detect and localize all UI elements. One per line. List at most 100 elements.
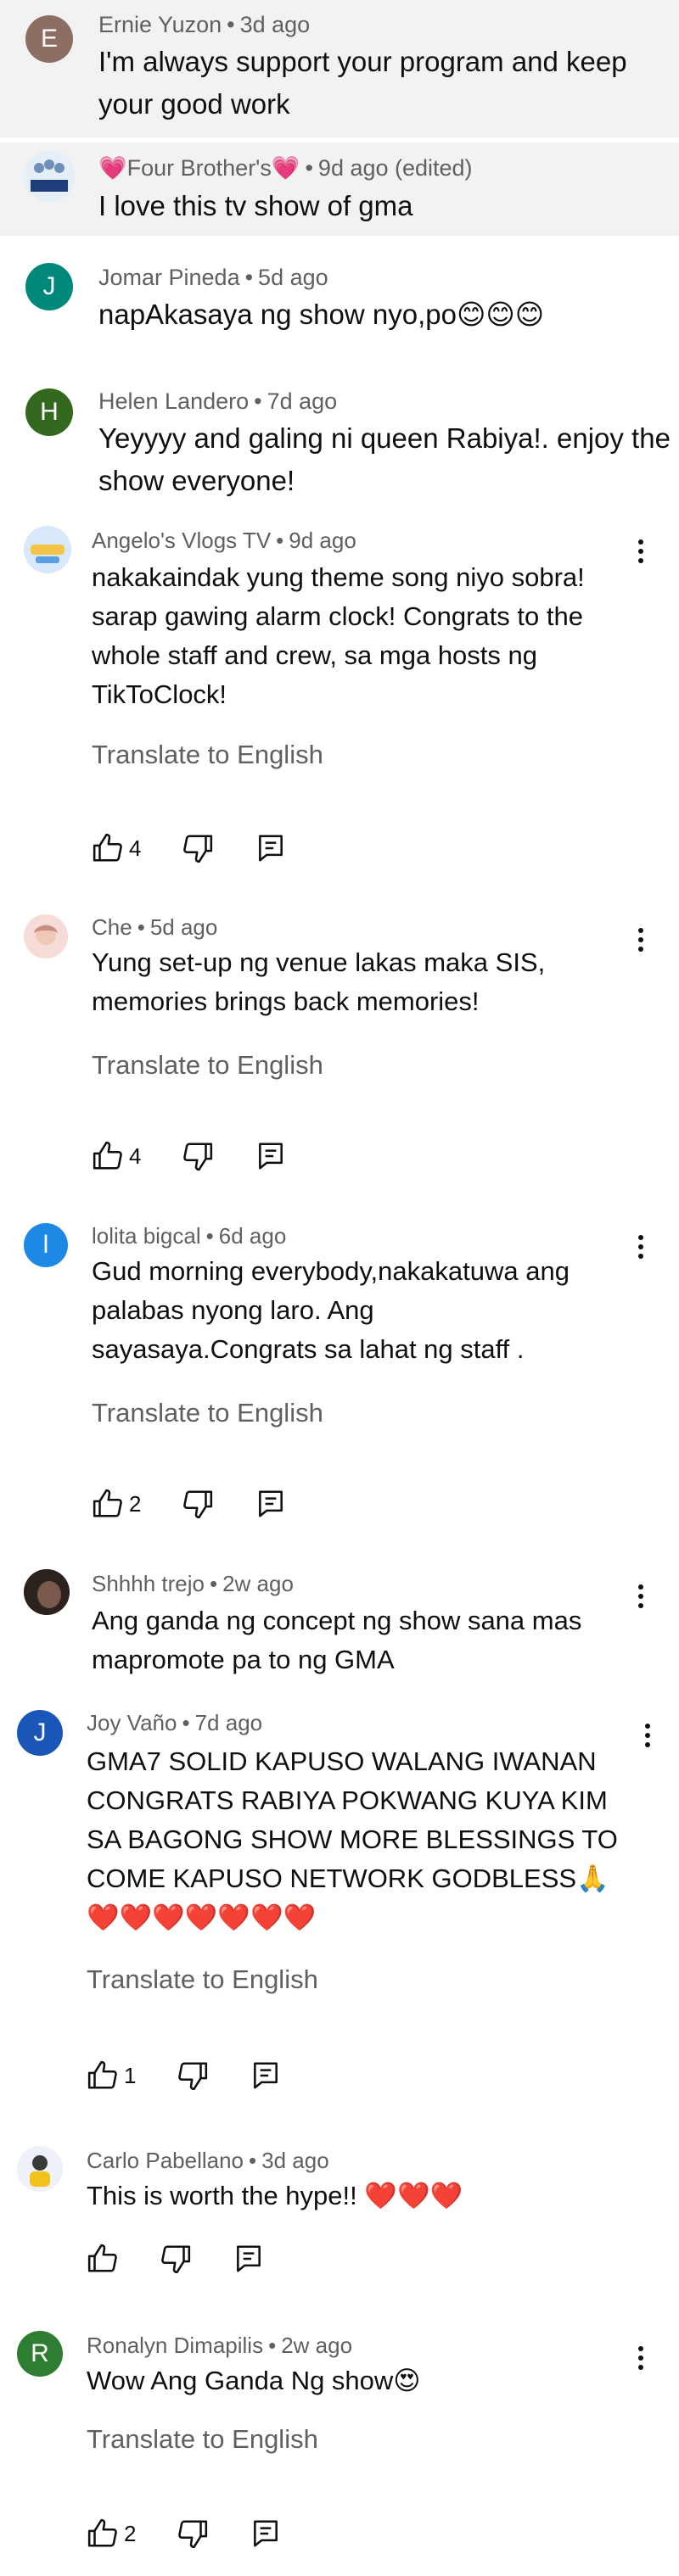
carlo-avatar-image — [17, 2146, 63, 2192]
comment-actions — [87, 2238, 306, 2280]
avatar[interactable] — [17, 2146, 63, 2192]
timestamp: 2w ago — [281, 2333, 353, 2358]
comment-meta: Ronalyn Dimapilis • 2w ago — [87, 2333, 353, 2358]
timestamp: 9d ago (edited) — [317, 155, 473, 181]
dislike-button[interactable] — [182, 1140, 214, 1172]
comment-text: Wow Ang Ganda Ng show😍 — [87, 2366, 421, 2395]
comment-meta: Ernie Yuzon • 3d ago — [98, 12, 311, 37]
avatar[interactable] — [24, 526, 71, 573]
reply-button[interactable] — [255, 1140, 287, 1172]
avatar[interactable]: J — [17, 1710, 63, 1756]
angelos-vlogs-logo — [24, 526, 71, 573]
translate-link[interactable]: Translate to English — [87, 2424, 318, 2455]
timestamp: 9d ago — [289, 528, 356, 553]
reply-button[interactable] — [233, 2243, 265, 2275]
comment-11: R Ronalyn Dimapilis • 2w ago Wow Ang Ganda… — [0, 2324, 679, 2576]
more-vert-icon[interactable] — [638, 2346, 647, 2374]
avatar[interactable]: J — [25, 263, 73, 310]
comment-actions: 2 — [92, 1483, 328, 1525]
comment-text: This is worth the hype!! ❤️❤️❤️ — [87, 2181, 463, 2210]
author-name[interactable]: Jomar Pineda — [98, 265, 240, 290]
thumbs-up-icon — [93, 1141, 122, 1170]
comment-2: 💗Four Brother's💗 • 9d ago (edited) I love … — [0, 142, 679, 236]
comment-actions: 4 — [92, 1135, 328, 1177]
comment-actions: 2 — [87, 2512, 323, 2555]
author-name[interactable]: Joy Vaño — [87, 1710, 177, 1735]
reply-icon — [259, 1143, 283, 1170]
avatar[interactable] — [24, 1569, 70, 1615]
author-name[interactable]: Ronalyn Dimapilis — [87, 2333, 263, 2358]
timestamp: 6d ago — [218, 1223, 287, 1249]
comment-text: Yung set-up ng venue lakas maka SIS, mem… — [92, 947, 546, 1016]
reply-button[interactable] — [255, 832, 287, 864]
timestamp: 7d ago — [267, 388, 338, 414]
timestamp: 3d ago — [239, 12, 311, 37]
thumbs-down-icon — [178, 2520, 208, 2549]
comment-actions: 4 — [92, 827, 328, 869]
four-brothers-logo — [24, 151, 75, 202]
like-button[interactable] — [87, 2243, 119, 2275]
more-vert-icon[interactable] — [638, 1584, 647, 1612]
translate-link[interactable]: Translate to English — [92, 1398, 323, 1428]
reply-button[interactable] — [250, 2517, 282, 2550]
like-count: 2 — [124, 2520, 137, 2546]
author-name[interactable]: Angelo's Vlogs TV — [92, 528, 271, 553]
avatar[interactable]: R — [17, 2331, 63, 2377]
thumbs-up-icon — [87, 2244, 117, 2272]
comment-text: napAkasaya ng show nyo,po😊😊😊 — [98, 299, 545, 330]
thumbs-up-icon — [87, 2518, 117, 2547]
reply-button[interactable] — [250, 2059, 282, 2092]
author-name[interactable]: Ernie Yuzon — [98, 12, 222, 37]
more-vert-icon[interactable] — [638, 1235, 647, 1263]
comment-text: Ang ganda ng concept ng show sana mas ma… — [92, 1606, 582, 1674]
thumbs-up-icon — [87, 2060, 117, 2089]
avatar[interactable]: H — [25, 388, 73, 436]
translate-link[interactable]: Translate to English — [87, 1964, 318, 1995]
like-button[interactable]: 2 — [87, 2517, 136, 2550]
author-name[interactable]: Four Brother's — [127, 155, 272, 181]
more-vert-icon[interactable] — [645, 1724, 654, 1752]
comment-actions: 1 — [87, 2054, 323, 2097]
dislike-button[interactable] — [182, 1488, 214, 1520]
comment-9: J Joy Vaño • 7d ago GMA7 SOLID KAPUSO WALA… — [0, 1700, 679, 2124]
avatar[interactable] — [24, 914, 68, 958]
translate-link[interactable]: Translate to English — [92, 1050, 323, 1081]
more-vert-icon[interactable] — [638, 539, 647, 567]
dislike-button[interactable] — [177, 2517, 209, 2550]
comment-meta: 💗Four Brother's💗 • 9d ago (edited) — [98, 155, 473, 182]
author-name[interactable]: Che — [92, 914, 132, 940]
like-button[interactable]: 2 — [92, 1488, 141, 1520]
dislike-button[interactable] — [182, 832, 214, 864]
dislike-button[interactable] — [160, 2243, 192, 2275]
reply-icon — [259, 835, 283, 862]
reply-icon — [254, 2062, 278, 2089]
comment-6: Che • 5d ago Yung set-up ng venue lakas ma… — [0, 908, 679, 1179]
avatar[interactable]: E — [25, 15, 73, 63]
shhhh-trejo-avatar-image — [24, 1569, 70, 1615]
comment-text: I love this tv show of gma — [98, 190, 413, 221]
author-name[interactable]: Carlo Pabellano — [87, 2148, 244, 2173]
more-vert-icon[interactable] — [638, 928, 647, 956]
translate-link[interactable]: Translate to English — [92, 740, 323, 770]
comment-meta: Joy Vaño • 7d ago — [87, 1710, 263, 1735]
like-count: 4 — [129, 835, 142, 861]
author-name[interactable]: Helen Landero — [98, 388, 249, 414]
like-button[interactable]: 4 — [92, 1140, 141, 1172]
avatar[interactable] — [24, 151, 75, 202]
comment-meta: Jomar Pineda • 5d ago — [98, 265, 328, 290]
thumbs-down-icon — [161, 2245, 191, 2274]
reply-icon — [259, 1490, 283, 1517]
author-name[interactable]: Shhhh trejo — [92, 1571, 205, 1596]
timestamp: 3d ago — [261, 2148, 329, 2173]
timestamp: 5d ago — [258, 265, 328, 290]
thumbs-down-icon — [178, 2062, 208, 2091]
comment-meta: lolita bigcal • 6d ago — [92, 1223, 287, 1249]
avatar[interactable]: l — [24, 1223, 68, 1267]
dislike-button[interactable] — [177, 2059, 209, 2092]
author-name[interactable]: lolita bigcal — [92, 1223, 201, 1249]
timestamp: 2w ago — [222, 1571, 294, 1596]
thumbs-down-icon — [183, 835, 213, 863]
like-button[interactable]: 1 — [87, 2059, 136, 2092]
like-button[interactable]: 4 — [92, 832, 141, 864]
reply-button[interactable] — [255, 1488, 287, 1520]
